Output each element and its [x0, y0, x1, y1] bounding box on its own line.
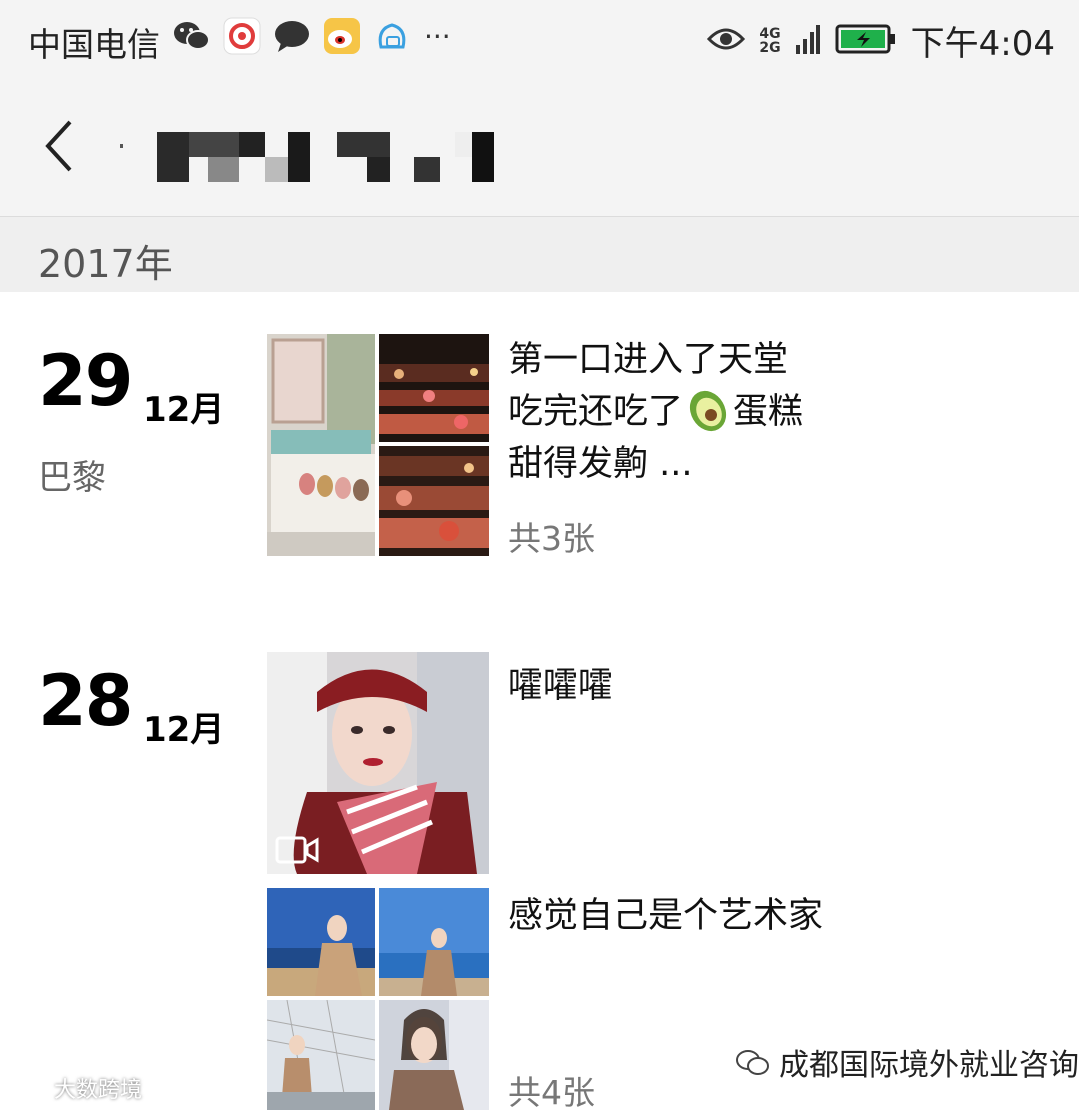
post-text: 嚯嚯嚯 — [508, 666, 614, 706]
selfie-video-photo[interactable] — [267, 652, 489, 874]
year-header: 2017年 — [0, 217, 1079, 292]
blurred-username — [120, 128, 500, 183]
year-label: 2017年 — [38, 242, 173, 286]
notification-icons: ··· — [172, 16, 451, 56]
macaron-box-photo[interactable] — [267, 334, 375, 556]
post-month: 12月 — [143, 390, 225, 430]
swirl-app-icon — [222, 16, 262, 56]
watermark-left: 大数跨境 — [10, 1072, 142, 1104]
signal-icon — [795, 23, 821, 59]
photo-count: 共4张 — [508, 1073, 595, 1112]
photo-count: 共3张 — [508, 519, 595, 558]
net-photo[interactable] — [267, 1000, 375, 1110]
video-camera-icon — [275, 836, 319, 864]
eye-care-icon — [707, 24, 746, 58]
cakes-display-photo[interactable] — [379, 446, 489, 556]
photo-grid[interactable] — [267, 334, 489, 556]
video-thumbnail[interactable] — [267, 652, 489, 874]
battery-icon — [835, 23, 897, 59]
photo-grid[interactable] — [267, 888, 489, 1110]
back-button[interactable] — [38, 116, 82, 176]
avocado-emoji-icon — [689, 390, 727, 432]
beach-photo-1[interactable] — [267, 888, 375, 996]
status-bar: 中国电信 ··· 4G 2G 下午4:04 — [0, 0, 1079, 78]
wechat-icon — [172, 16, 212, 56]
network-type: 4G 2G — [759, 25, 781, 56]
weibo-icon — [322, 16, 362, 56]
watermark-right: 成都国际境外就业咨询 — [735, 1040, 1079, 1084]
weibo-logo-icon — [11, 1079, 50, 1097]
chat-bubble-icon — [372, 16, 412, 56]
system-indicators: 4G 2G 下午4:04 — [707, 16, 1055, 65]
more-notifications-icon: ··· — [424, 19, 451, 53]
post-day: 28 — [38, 660, 133, 742]
beach-photo-2[interactable] — [379, 888, 489, 996]
post-month: 12月 — [143, 710, 225, 750]
portrait-photo[interactable] — [379, 1000, 489, 1110]
clock: 下午4:04 — [910, 24, 1055, 64]
post-text: 感觉自己是个艺术家 — [508, 896, 824, 936]
post-day: 29 — [38, 340, 133, 422]
nav-bar — [0, 78, 1079, 217]
carrier-label: 中国电信 — [28, 25, 160, 64]
pastry-display-photo[interactable] — [379, 334, 489, 442]
message-icon — [272, 16, 312, 56]
post-location: 巴黎 — [38, 458, 106, 498]
wechat-logo-icon — [736, 1050, 769, 1075]
post-text: 第一口进入了天堂 吃完还吃了 蛋糕 甜得发齁 ... — [508, 340, 804, 484]
chevron-left-icon — [45, 120, 72, 172]
